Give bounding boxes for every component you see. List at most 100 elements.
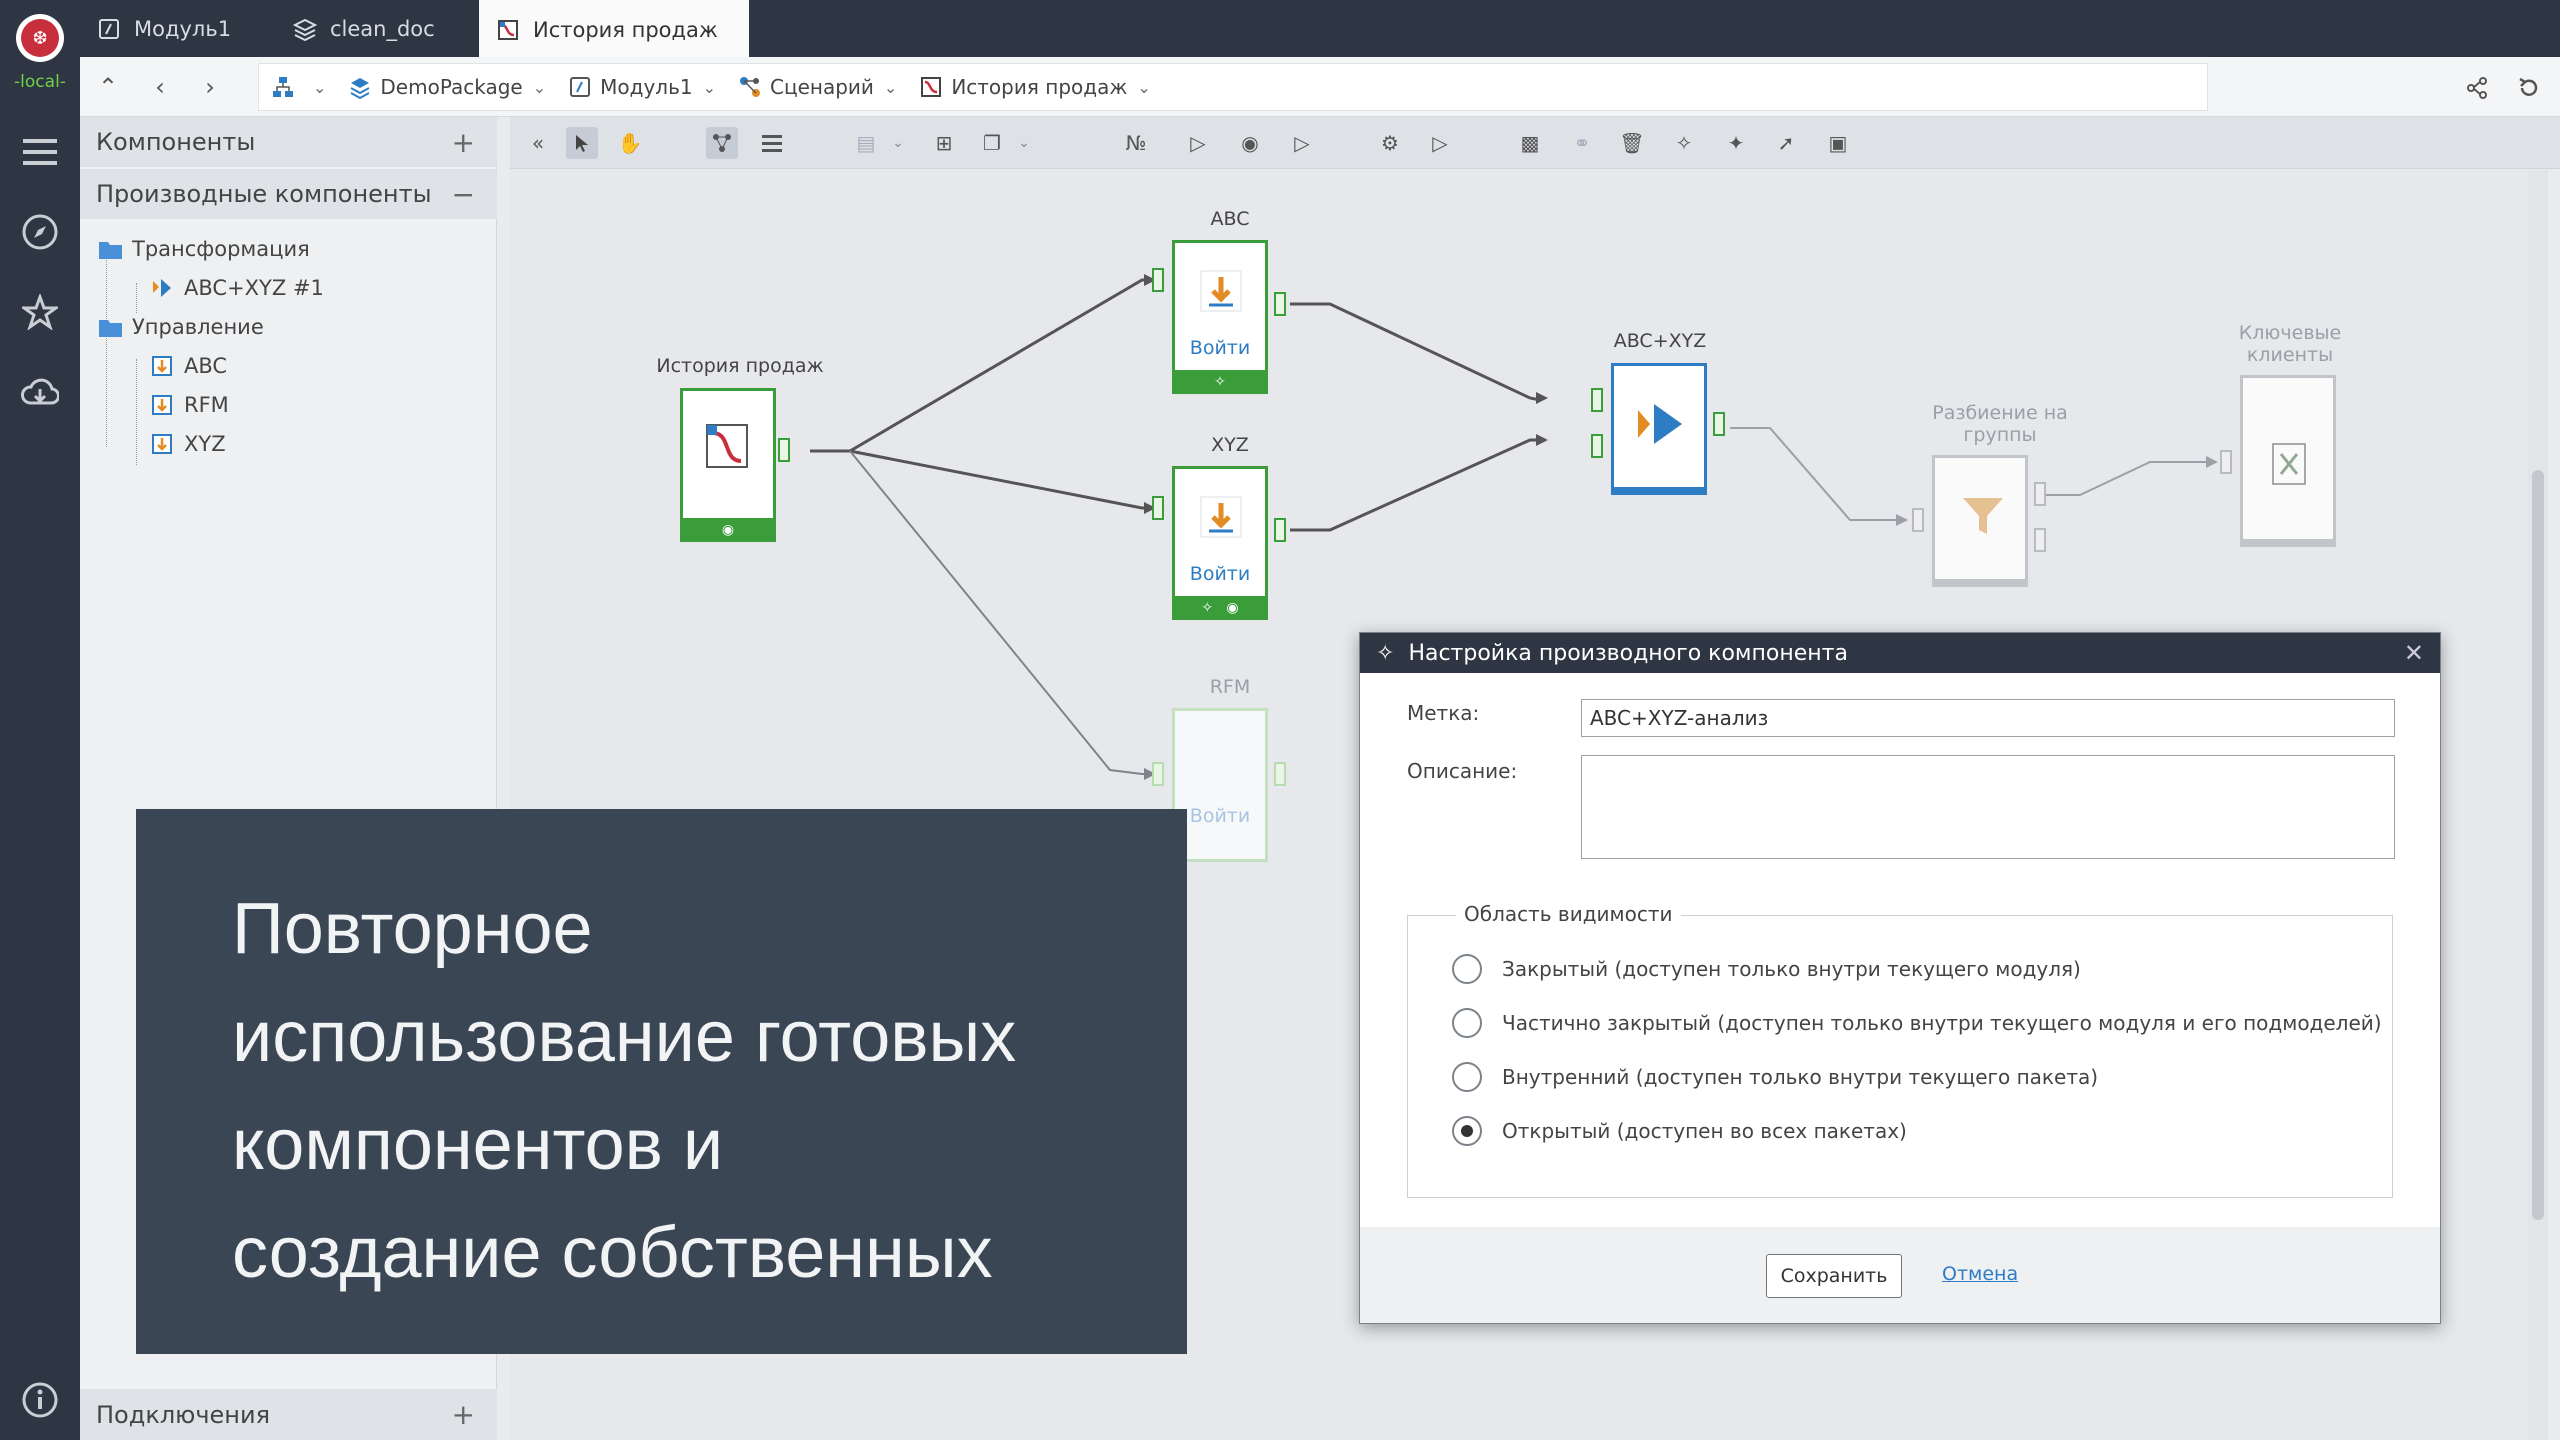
tree-folder-control[interactable]: Управление	[98, 311, 264, 343]
scrollbar-thumb[interactable]	[2532, 470, 2544, 1220]
node-abc-xyz[interactable]	[1611, 363, 1707, 495]
copy-icon[interactable]: ❐	[976, 127, 1008, 159]
node-sales-history[interactable]: ◉	[680, 388, 776, 542]
tree-item-abc[interactable]: ABC	[150, 350, 227, 382]
input-port[interactable]	[1152, 762, 1164, 786]
radio-button[interactable]	[1452, 1008, 1482, 1038]
collapse-panel-icon[interactable]: «	[522, 127, 554, 159]
back-icon[interactable]: ‹	[144, 71, 176, 103]
breadcrumb-scenario[interactable]: Сценарий ⌄	[738, 75, 897, 99]
tree-folder-transformation[interactable]: Трансформация	[98, 233, 310, 265]
chevron-up-icon[interactable]: ⌃	[92, 71, 124, 103]
compass-icon[interactable]	[18, 210, 62, 254]
eye-icon[interactable]: ◉	[680, 518, 776, 542]
breadcrumb-module1[interactable]: Модуль1 ⌄	[568, 75, 716, 99]
submodel-icon	[1200, 270, 1242, 312]
input-port[interactable]	[2220, 450, 2232, 474]
app-logo[interactable]: ❆	[16, 14, 64, 62]
radio-button-selected[interactable]	[1452, 1116, 1482, 1146]
output-port[interactable]	[1274, 292, 1286, 316]
close-icon[interactable]: ✕	[2404, 639, 2424, 667]
output-port[interactable]	[1274, 518, 1286, 542]
enter-link[interactable]: Войти	[1175, 805, 1265, 827]
info-icon[interactable]	[18, 1378, 62, 1422]
label-input[interactable]: ABC+XYZ-анализ	[1581, 699, 2395, 737]
output-port[interactable]	[1713, 412, 1725, 436]
refresh-icon[interactable]	[2512, 71, 2546, 105]
components-header[interactable]: Компоненты +	[80, 117, 497, 167]
radio-button[interactable]	[1452, 1062, 1482, 1092]
share-icon[interactable]	[2460, 71, 2494, 105]
input-port[interactable]	[1152, 496, 1164, 520]
derived-component-icon[interactable]: ✧	[1668, 127, 1700, 159]
node-key-clients[interactable]	[2240, 375, 2336, 547]
run-icon[interactable]: ▷	[1182, 127, 1214, 159]
breadcrumb-demopackage[interactable]: DemoPackage ⌄	[348, 75, 546, 99]
link-icon[interactable]: ⚭	[1566, 127, 1598, 159]
enter-link[interactable]: Войти	[1175, 337, 1265, 359]
enter-link[interactable]: Войти	[1175, 563, 1265, 585]
tab-label: Модуль1	[134, 16, 232, 41]
delete-icon[interactable]: 🗑	[1616, 127, 1648, 159]
tab-sales-history[interactable]: История продаж	[479, 0, 749, 57]
group-icon[interactable]: ⊞	[928, 127, 960, 159]
add-icon[interactable]: +	[452, 1398, 475, 1431]
tree-item-rfm[interactable]: RFM	[150, 389, 229, 421]
visibility-option-internal[interactable]: Внутренний (доступен только внутри текущ…	[1452, 1062, 2098, 1092]
visibility-option-private[interactable]: Закрытый (доступен только внутри текущег…	[1452, 954, 2081, 984]
select-tool-icon[interactable]	[566, 127, 598, 159]
pan-tool-icon[interactable]: ✋	[614, 127, 646, 159]
fit-icon[interactable]: ▣	[1822, 127, 1854, 159]
output-port[interactable]	[778, 438, 790, 462]
cancel-button[interactable]: Отмена	[1942, 1263, 2018, 1285]
breadcrumb-sales-history[interactable]: История продаж ⌄	[919, 75, 1151, 99]
chevron-down-icon[interactable]: ⌄	[882, 127, 914, 159]
tree-item-xyz[interactable]: XYZ	[150, 428, 226, 460]
node-label: Разбиение на группы	[1932, 402, 2068, 446]
forward-icon[interactable]: ›	[194, 71, 226, 103]
output-port[interactable]	[2034, 528, 2046, 552]
visibility-option-public[interactable]: Открытый (доступен во всех пакетах)	[1452, 1116, 1907, 1146]
align-icon[interactable]: ▤	[850, 127, 882, 159]
export-icon[interactable]: ➚	[1770, 127, 1802, 159]
input-port[interactable]	[1912, 508, 1924, 532]
output-port[interactable]	[1274, 762, 1286, 786]
output-port[interactable]	[2034, 482, 2046, 506]
layout-icon[interactable]	[706, 127, 738, 159]
add-icon[interactable]: +	[452, 126, 475, 159]
wand-icon[interactable]: ✦	[1720, 127, 1752, 159]
breadcrumb-root[interactable]: ⌄	[271, 75, 326, 99]
input-port[interactable]	[1152, 268, 1164, 292]
node-abc[interactable]: Войти ✧	[1172, 240, 1268, 394]
input-port[interactable]	[1591, 388, 1603, 412]
radio-button[interactable]	[1452, 954, 1482, 984]
order-icon[interactable]: №	[1120, 127, 1152, 159]
input-port[interactable]	[1591, 434, 1603, 458]
submodel-icon	[150, 394, 174, 416]
stop-icon[interactable]: ◉	[1234, 127, 1266, 159]
node-xyz[interactable]: Войти ✧ ◉	[1172, 466, 1268, 620]
chevron-down-icon[interactable]: ⌄	[1008, 127, 1040, 159]
save-button[interactable]: Сохранить	[1766, 1254, 1902, 1298]
menu-icon[interactable]	[18, 130, 62, 174]
tab-module1[interactable]: Модуль1	[80, 0, 270, 57]
gear-icon[interactable]: ⚙	[1374, 127, 1406, 159]
visibility-option-protected[interactable]: Частично закрытый (доступен только внутр…	[1452, 1008, 2382, 1038]
node-split[interactable]	[1932, 455, 2028, 587]
star-icon[interactable]	[18, 290, 62, 334]
description-textarea[interactable]	[1581, 755, 2395, 859]
cloud-sync-icon[interactable]	[18, 370, 62, 414]
run-to-icon[interactable]: ▷	[1424, 127, 1456, 159]
list-icon[interactable]	[756, 127, 788, 159]
merge-icon[interactable]: ▩	[1514, 127, 1546, 159]
derived-component-icon: ✧	[1376, 640, 1395, 666]
run-settings-icon[interactable]: ▷	[1286, 127, 1318, 159]
excel-export-icon	[2272, 443, 2306, 485]
derived-component-icon	[150, 277, 174, 299]
connections-header[interactable]: Подключения +	[80, 1389, 497, 1440]
canvas-scrollbar[interactable]	[2528, 170, 2548, 1440]
collapse-icon[interactable]: −	[452, 178, 475, 211]
derived-components-header[interactable]: Производные компоненты −	[80, 169, 497, 219]
submodel-icon	[1200, 496, 1242, 538]
tree-item-abc-xyz[interactable]: ABC+XYZ #1	[150, 272, 324, 304]
